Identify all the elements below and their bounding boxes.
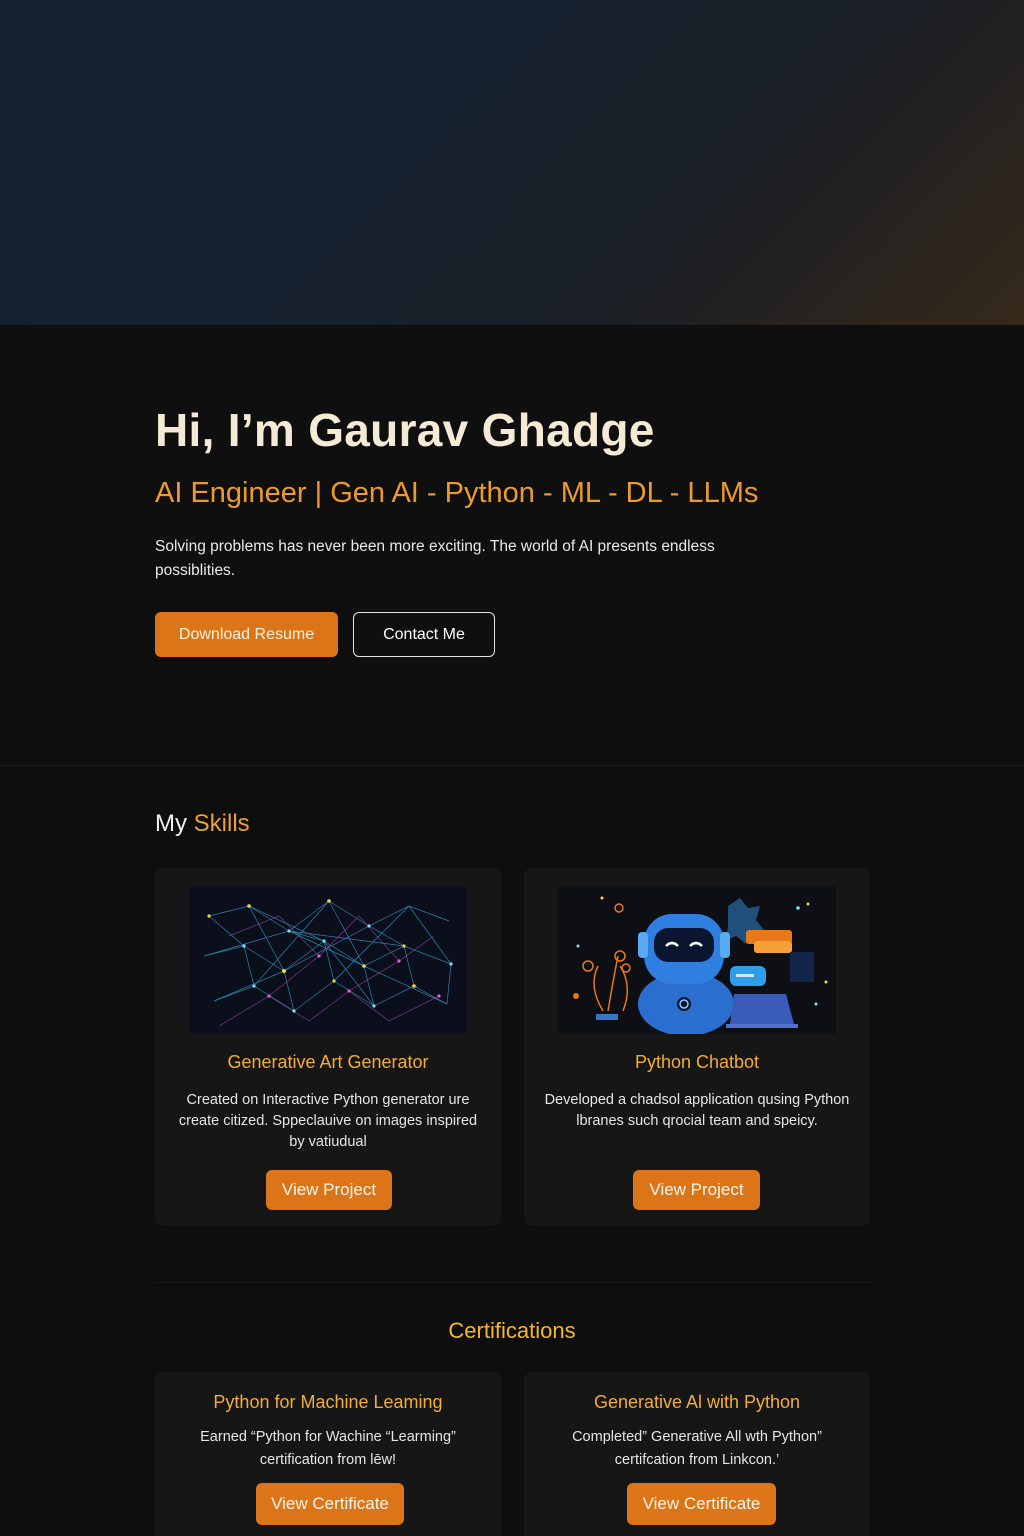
- skill-card: Python Chatbot Developed a chadsol appli…: [524, 868, 870, 1226]
- hero-title: Hi, I’m Gaurav Ghadge: [155, 404, 655, 456]
- skills-heading-accent: Skills: [193, 810, 250, 837]
- certification-card-description: Earned “Python for Wachine “Learming” ce…: [200, 1429, 456, 1468]
- skills-heading: My Skills: [155, 810, 250, 838]
- robot-chatbot-image: [558, 886, 836, 1034]
- certification-card: Python for Machine Leaming Earned “Pytho…: [155, 1372, 501, 1536]
- hero-description: Solving problems has never been more exc…: [155, 538, 715, 579]
- certifications-heading: Certifications: [448, 1318, 576, 1343]
- section-divider: [0, 765, 1024, 766]
- section-divider: [155, 1282, 870, 1283]
- contact-me-button[interactable]: Contact Me: [353, 612, 495, 657]
- skill-card-title: Python Chatbot: [634, 1052, 760, 1072]
- skill-card-description: Developed a chadsol application qusing P…: [544, 1092, 850, 1129]
- neural-network-image: [189, 886, 467, 1034]
- hero-subtitle: AI Engineer | Gen AI - Python - ML - DL …: [155, 477, 759, 509]
- skills-heading-prefix: My: [155, 810, 187, 837]
- hero-section: Hi, I’m Gaurav Ghadge AI Engineer | Gen …: [0, 325, 1024, 765]
- view-project-button[interactable]: View Project: [266, 1170, 392, 1210]
- skill-card-description: Created on Interactive Python generator …: [178, 1092, 478, 1150]
- view-project-button[interactable]: View Project: [633, 1170, 760, 1210]
- download-resume-button[interactable]: Download Resume: [155, 612, 338, 657]
- skill-card-title: Generative Art Generator: [227, 1052, 429, 1072]
- header-banner: [0, 0, 1024, 325]
- skill-card: Generative Art Generator Created on Inte…: [155, 868, 501, 1226]
- certification-card: Generative Al with Python Completed” Gen…: [524, 1372, 870, 1536]
- certification-card-title: Python for Machine Leaming: [213, 1392, 443, 1412]
- certification-card-title: Generative Al with Python: [593, 1392, 801, 1412]
- view-certificate-button[interactable]: View Certificate: [627, 1483, 776, 1525]
- view-certificate-button[interactable]: View Certificate: [256, 1483, 404, 1525]
- certification-card-description: Completed” Generative All wth Python” ce…: [572, 1429, 822, 1468]
